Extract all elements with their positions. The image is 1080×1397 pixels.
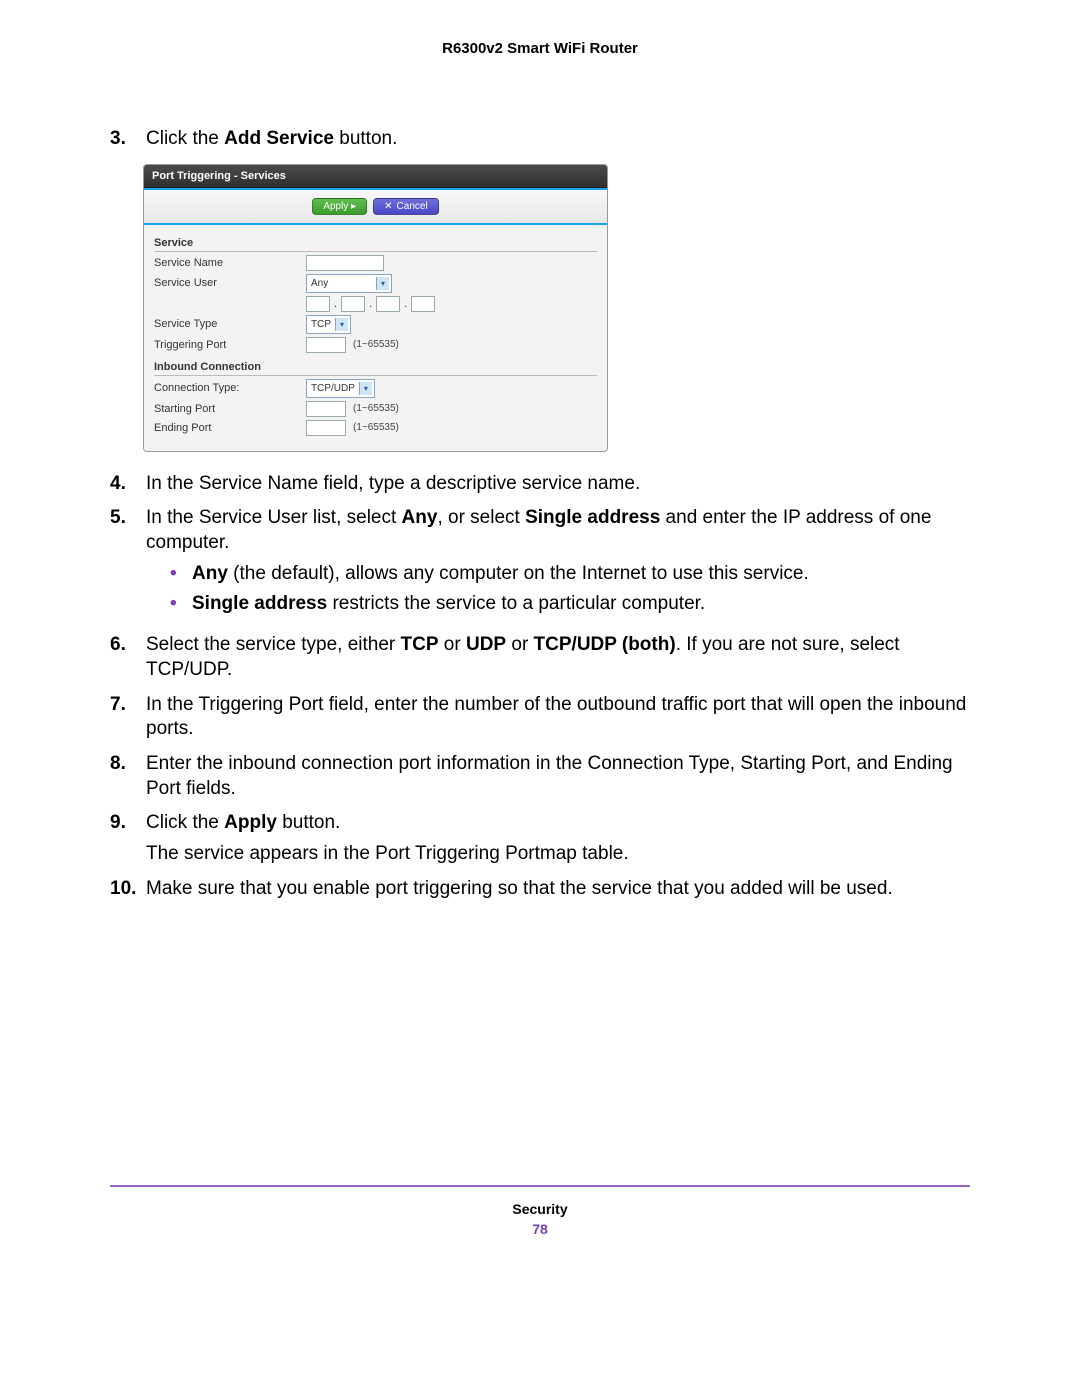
- step-8: 8. Enter the inbound connection port inf…: [110, 752, 970, 801]
- row-service-type: Service Type TCP ▾: [154, 315, 597, 334]
- step-10: 10. Make sure that you enable port trigg…: [110, 877, 970, 902]
- instruction-list: 3. Click the Add Service button.: [110, 127, 970, 152]
- row-triggering-port: Triggering Port (1~65535): [154, 337, 597, 353]
- ending-port-input[interactable]: [306, 420, 346, 436]
- step-number: 9.: [110, 811, 146, 866]
- instruction-list-continued: 4. In the Service Name field, type a des…: [110, 472, 970, 902]
- range-hint: (1~65535): [353, 339, 399, 350]
- bullet-icon: •: [170, 592, 192, 617]
- starting-port-input[interactable]: [306, 401, 346, 417]
- footer-divider: [110, 1185, 970, 1187]
- toolbar: Apply ▸ ✕ Cancel: [144, 188, 607, 225]
- step-5: 5. In the Service User list, select Any,…: [110, 506, 970, 623]
- apply-button[interactable]: Apply ▸: [312, 198, 367, 215]
- step-number: 4.: [110, 472, 146, 497]
- bold-text: UDP: [466, 634, 506, 655]
- step-number: 8.: [110, 752, 146, 801]
- bold-text: Any: [192, 563, 228, 584]
- bold-text: Apply: [224, 812, 277, 833]
- step-text: Make sure that you enable port triggerin…: [146, 877, 970, 902]
- step-text: In the Triggering Port field, enter the …: [146, 693, 970, 742]
- cancel-button[interactable]: ✕ Cancel: [373, 198, 439, 215]
- ip-octet-4[interactable]: [411, 296, 435, 312]
- step-text: In the Service User list, select Any, or…: [146, 506, 970, 623]
- port-triggering-screenshot: Port Triggering - Services Apply ▸ ✕ Can…: [143, 164, 608, 452]
- bold-text: TCP: [401, 634, 439, 655]
- page-footer: Security 78: [110, 1185, 970, 1237]
- label-service-type: Service Type: [154, 318, 306, 330]
- step-text: Enter the inbound connection port inform…: [146, 752, 970, 801]
- range-hint: (1~65535): [353, 422, 399, 433]
- inbound-section-header: Inbound Connection: [154, 361, 597, 376]
- service-type-value: TCP: [311, 319, 331, 330]
- step-9-note: The service appears in the Port Triggeri…: [146, 842, 970, 867]
- label-triggering-port: Triggering Port: [154, 339, 306, 351]
- document-page: R6300v2 Smart WiFi Router 3. Click the A…: [0, 0, 1080, 1397]
- footer-page-number: 78: [110, 1221, 970, 1237]
- bold-text: Any: [402, 507, 438, 528]
- service-user-value: Any: [311, 278, 328, 289]
- step-number: 10.: [110, 877, 146, 902]
- form-body: Service Service Name Service User Any ▾ …: [144, 225, 607, 451]
- bullet-icon: •: [170, 562, 192, 587]
- label-starting-port: Starting Port: [154, 403, 306, 415]
- chevron-down-icon: ▾: [335, 318, 348, 331]
- step-9: 9. Click the Apply button. The service a…: [110, 811, 970, 866]
- step-7: 7. In the Triggering Port field, enter t…: [110, 693, 970, 742]
- bold-text: Add Service: [224, 128, 334, 149]
- ip-address-field: . . .: [306, 296, 435, 312]
- connection-type-select[interactable]: TCP/UDP ▾: [306, 379, 375, 398]
- cancel-label: Cancel: [397, 201, 428, 212]
- bullet-any: • Any (the default), allows any computer…: [146, 562, 970, 587]
- window-title: Port Triggering - Services: [144, 165, 607, 188]
- label-ending-port: Ending Port: [154, 422, 306, 434]
- service-section-header: Service: [154, 237, 597, 252]
- service-type-select[interactable]: TCP ▾: [306, 315, 351, 334]
- bold-text: TCP/UDP (both): [534, 634, 676, 655]
- service-name-input[interactable]: [306, 255, 384, 271]
- triggering-port-input[interactable]: [306, 337, 346, 353]
- step-text: Click the Add Service button.: [146, 127, 970, 152]
- range-hint: (1~65535): [353, 403, 399, 414]
- bullet-list: • Any (the default), allows any computer…: [146, 562, 970, 617]
- step-number: 5.: [110, 506, 146, 623]
- step-number: 7.: [110, 693, 146, 742]
- ip-octet-1[interactable]: [306, 296, 330, 312]
- step-text: Select the service type, either TCP or U…: [146, 633, 970, 682]
- step-4: 4. In the Service Name field, type a des…: [110, 472, 970, 497]
- service-user-select[interactable]: Any ▾: [306, 274, 392, 293]
- close-icon: ✕: [384, 201, 392, 212]
- row-starting-port: Starting Port (1~65535): [154, 401, 597, 417]
- page-title: R6300v2 Smart WiFi Router: [110, 40, 970, 57]
- label-service-name: Service Name: [154, 257, 306, 269]
- step-number: 3.: [110, 127, 146, 152]
- ip-octet-3[interactable]: [376, 296, 400, 312]
- step-text: In the Service Name field, type a descri…: [146, 472, 970, 497]
- chevron-down-icon: ▾: [376, 277, 389, 290]
- label-service-user: Service User: [154, 277, 306, 289]
- step-3: 3. Click the Add Service button.: [110, 127, 970, 152]
- row-ending-port: Ending Port (1~65535): [154, 420, 597, 436]
- chevron-down-icon: ▾: [359, 382, 372, 395]
- bullet-single-address: • Single address restricts the service t…: [146, 592, 970, 617]
- label-connection-type: Connection Type:: [154, 382, 306, 394]
- step-6: 6. Select the service type, either TCP o…: [110, 633, 970, 682]
- bold-text: Single address: [525, 507, 660, 528]
- footer-section: Security: [110, 1201, 970, 1217]
- row-connection-type: Connection Type: TCP/UDP ▾: [154, 379, 597, 398]
- row-service-name: Service Name: [154, 255, 597, 271]
- row-ip-address: . . .: [154, 296, 597, 312]
- ip-octet-2[interactable]: [341, 296, 365, 312]
- step-text: Click the Apply button. The service appe…: [146, 811, 970, 866]
- row-service-user: Service User Any ▾: [154, 274, 597, 293]
- bold-text: Single address: [192, 593, 327, 614]
- apply-label: Apply ▸: [323, 201, 356, 212]
- step-number: 6.: [110, 633, 146, 682]
- connection-type-value: TCP/UDP: [311, 383, 355, 394]
